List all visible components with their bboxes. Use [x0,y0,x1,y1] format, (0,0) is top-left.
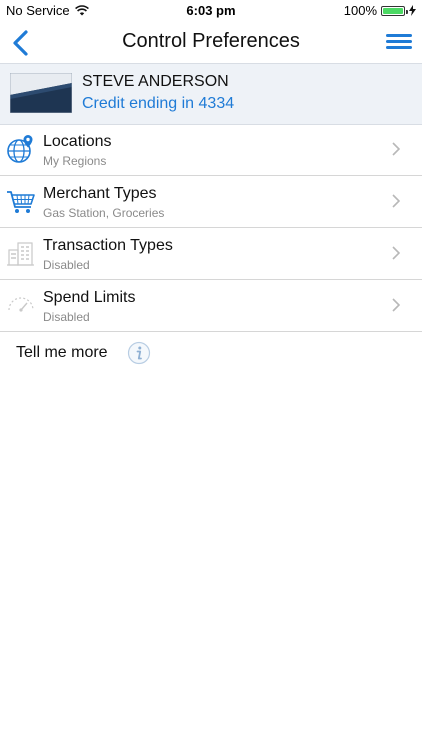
list-item-transaction-types[interactable]: Transaction Types Disabled [0,228,422,280]
battery-icon [381,5,408,16]
account-card-number: Credit ending in 4334 [82,95,235,112]
globe-location-icon [7,135,33,163]
hamburger-menu-icon-bar [386,40,412,43]
battery-percent: 100% [343,3,377,18]
menu-button[interactable] [386,31,412,53]
locations-subtitle: My Regions [43,154,107,168]
shopping-cart-icon [7,191,35,213]
chevron-right-icon [392,194,400,208]
credit-card-thumbnail [10,73,72,113]
locations-title: Locations [43,133,112,150]
battery-fill [383,7,403,14]
account-holder-name: STEVE ANDERSON [82,73,229,90]
nav-bar: Control Preferences [0,22,422,64]
charging-bolt-icon [409,5,416,16]
building-icon [7,242,34,266]
merchant-types-subtitle: Gas Station, Groceries [43,206,165,220]
transaction-types-subtitle: Disabled [43,258,90,272]
tell-me-more-label: Tell me more [16,344,108,361]
chevron-right-icon [392,142,400,156]
status-bar: No Service 6:03 pm 100% [0,0,422,22]
spend-limits-subtitle: Disabled [43,310,90,324]
gauge-icon [8,297,34,312]
account-card: STEVE ANDERSON Credit ending in 4334 [0,63,422,125]
chevron-left-icon [13,30,28,56]
status-right: 100% [344,3,416,18]
info-icon[interactable] [127,341,151,365]
chevron-right-icon [392,298,400,312]
preferences-list: Locations My Regions Merchant Types Gas … [0,124,422,332]
battery-cap [406,9,408,14]
chevron-right-icon [392,246,400,260]
hamburger-menu-icon-bar [386,46,412,49]
list-item-merchant-types[interactable]: Merchant Types Gas Station, Groceries [0,176,422,228]
transaction-types-title: Transaction Types [43,237,173,254]
list-item-spend-limits[interactable]: Spend Limits Disabled [0,280,422,332]
list-item-locations[interactable]: Locations My Regions [0,124,422,176]
merchant-types-title: Merchant Types [43,185,157,202]
hamburger-menu-icon [386,34,412,37]
page-title: Control Preferences [122,30,300,52]
back-button[interactable] [8,27,38,59]
spend-limits-title: Spend Limits [43,289,136,306]
